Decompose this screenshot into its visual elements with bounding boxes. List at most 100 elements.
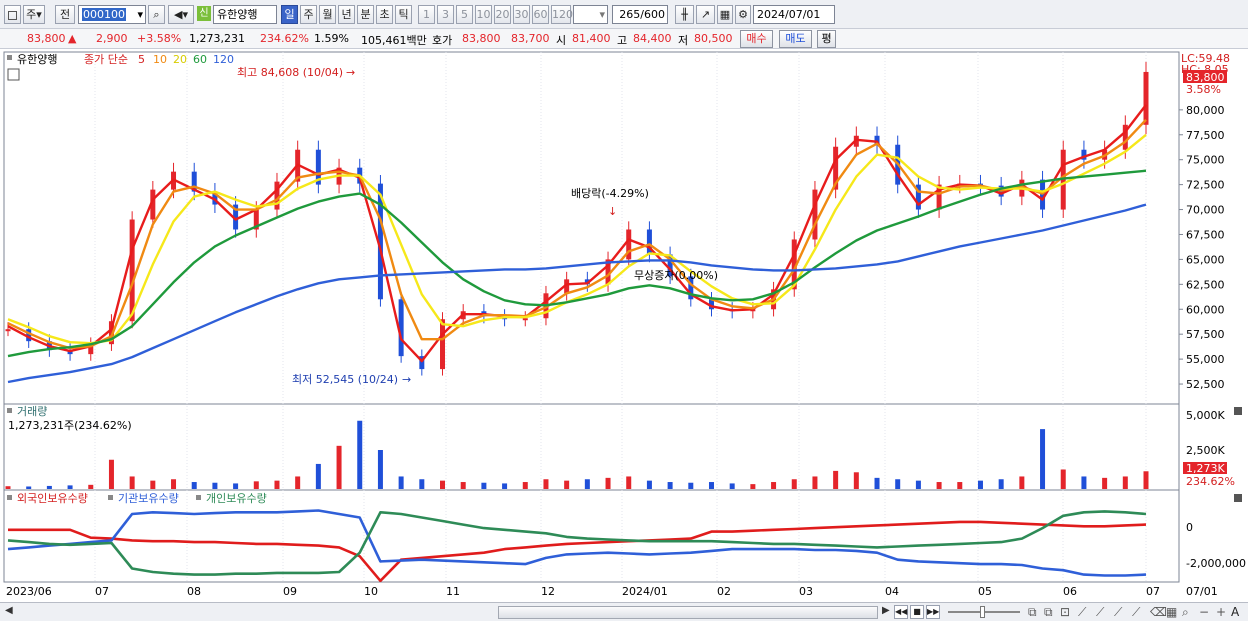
table-toggle-icon[interactable]	[7, 68, 20, 81]
chart-svg[interactable]: 80,000 77,500 75,000 72,500 70,000 67,500 65,0…	[0, 49, 1248, 602]
price-change: 2,900	[96, 32, 128, 45]
zoom-slider-handle[interactable]	[980, 606, 985, 618]
candle-body	[812, 189, 818, 240]
zoom-in-icon[interactable]: +	[1216, 605, 1226, 619]
stock-code-value: 000100	[82, 8, 126, 21]
grid-tool-icon[interactable]: ▦	[1166, 605, 1177, 619]
volume-bar	[915, 480, 921, 489]
price-tick-label: 77,500	[1186, 129, 1225, 142]
interval-60[interactable]: 60	[532, 5, 549, 24]
price-tick-label: 70,000	[1186, 204, 1225, 217]
up-arrow-icon: ▲	[68, 32, 77, 45]
price-tick-label: 72,500	[1186, 179, 1225, 192]
volume-bar	[853, 472, 859, 489]
line-tool-icon[interactable]: ⟋	[1078, 605, 1086, 620]
annotation-low: 최저 52,545 (10/24)	[292, 373, 398, 386]
window-icon[interactable]: ⊡	[1060, 605, 1070, 619]
volume-bar	[708, 482, 714, 489]
period-tab-week[interactable]: 주	[300, 5, 317, 24]
period-tab-second[interactable]: 초	[376, 5, 393, 24]
x-label-10: 10	[364, 585, 378, 598]
price-panel-title: 유한양행	[17, 53, 57, 66]
candle-body	[440, 319, 446, 370]
interval-20[interactable]: 20	[494, 5, 511, 24]
candle-body	[129, 219, 135, 322]
interval-5[interactable]: 5	[456, 5, 473, 24]
volume-bar	[440, 480, 446, 489]
x-label-03: 03	[799, 585, 813, 598]
volume-bar	[646, 480, 652, 489]
zoom-out-icon[interactable]: −	[1199, 605, 1209, 619]
close-panel-icon[interactable]	[1234, 407, 1242, 415]
date-field[interactable]: 2024/07/01	[753, 5, 835, 24]
volume-bar	[543, 479, 549, 489]
arrow-right-icon: →	[402, 373, 411, 386]
interval-1[interactable]: 1	[418, 5, 435, 24]
nav-last-icon[interactable]: ▶▶	[926, 605, 940, 619]
volume-bar	[522, 482, 528, 489]
grid-icon[interactable]: ▦	[717, 5, 733, 24]
volume-panel-title: 거래량	[17, 405, 47, 418]
period-tab-minute[interactable]: 분	[357, 5, 374, 24]
nav-first-icon[interactable]: ◀◀	[894, 605, 908, 619]
annotation-dividend: 배당락(-4.29%)	[571, 187, 649, 200]
stock-name-field[interactable]: 유한양행	[213, 5, 277, 24]
interval-10[interactable]: 10	[475, 5, 492, 24]
period-tab-year[interactable]: 년	[338, 5, 355, 24]
fibo-tool-icon[interactable]: ⟋	[1096, 605, 1104, 620]
scroll-left-icon[interactable]: ◀	[5, 605, 13, 616]
interval-3[interactable]: 3	[437, 5, 454, 24]
period-tab-day[interactable]: 일	[281, 5, 298, 24]
trend-tool-icon[interactable]: ⟋	[1114, 605, 1122, 620]
price-panel-frame	[3, 51, 1180, 405]
ma-legend-60: 60	[193, 53, 207, 66]
chart-type-icon[interactable]: ╫	[675, 5, 694, 24]
eraser-icon[interactable]: ⌫	[1150, 605, 1167, 619]
scroll-right-icon[interactable]: ▶	[882, 605, 890, 616]
close-panel-icon[interactable]	[1234, 494, 1242, 502]
gear-icon[interactable]: ⚙	[735, 5, 751, 24]
volume-bar	[791, 479, 797, 489]
volume-bar	[1081, 476, 1087, 489]
copy-icon[interactable]: ⧉	[1028, 605, 1037, 620]
period-tab-tick[interactable]: 틱	[395, 5, 412, 24]
chart-toolbar: 주▾ 전 000100 ▾ ⌕ ◀▾ 신 유한양행 일 주 월 년 분 초 틱 1…	[0, 0, 1248, 29]
price-tick-label: 52,500	[1186, 378, 1225, 391]
x-label-07-end: 07	[1146, 585, 1160, 598]
volume-bar	[481, 482, 487, 489]
interval-30[interactable]: 30	[513, 5, 530, 24]
sell-button[interactable]: 매도	[779, 30, 812, 48]
speaker-icon[interactable]: ◀▾	[168, 5, 194, 24]
volume-bar	[1019, 476, 1025, 489]
evaluate-button[interactable]: 평	[817, 30, 836, 48]
buy-button[interactable]: 매수	[740, 30, 773, 48]
volume-bar	[129, 476, 135, 489]
legend-bullet-icon	[196, 495, 201, 500]
zoom-icon[interactable]: ⌕	[1182, 605, 1189, 620]
open-price: 81,400	[572, 32, 611, 45]
chart-area[interactable]: 80,000 77,500 75,000 72,500 70,000 67,500 65,0…	[0, 49, 1248, 602]
chart-scrollbar[interactable]: ◀ ▶ ◀◀ ■ ▶▶ ⧉ ⧉ ⊡ ⟋ ⟋ ⟋ ⟋ ⌫ ▦ ⌕ − + A	[0, 602, 1248, 621]
draw-tool-icon[interactable]: ↗	[696, 5, 715, 24]
data-count-field[interactable]: 265/600	[612, 5, 668, 24]
stock-code-input[interactable]: 000100 ▾	[78, 5, 146, 24]
low-price: 80,500	[694, 32, 733, 45]
volume-bar	[564, 480, 570, 489]
stop-icon[interactable]: ■	[910, 605, 924, 619]
interval-120[interactable]: 120	[551, 5, 573, 24]
period-tab-month[interactable]: 월	[319, 5, 336, 24]
jeon-button[interactable]: 전	[55, 5, 75, 24]
price-tick-label: 80,000	[1186, 104, 1225, 117]
interval-custom-input[interactable]: ▾	[573, 5, 608, 24]
layout-icon[interactable]: ⧉	[1044, 605, 1053, 620]
volume-bar	[67, 485, 73, 489]
scroll-thumb[interactable]	[498, 606, 878, 619]
font-size-icon[interactable]: A	[1231, 605, 1239, 619]
high-label: 고	[617, 34, 628, 47]
channel-tool-icon[interactable]: ⟋	[1132, 605, 1140, 620]
chevron-down-icon[interactable]: ▾	[599, 6, 605, 23]
window-menu-icon[interactable]	[4, 5, 21, 24]
chevron-down-icon[interactable]: ▾	[137, 6, 143, 23]
market-select[interactable]: 주▾	[23, 5, 45, 24]
search-icon[interactable]: ⌕	[148, 5, 165, 24]
